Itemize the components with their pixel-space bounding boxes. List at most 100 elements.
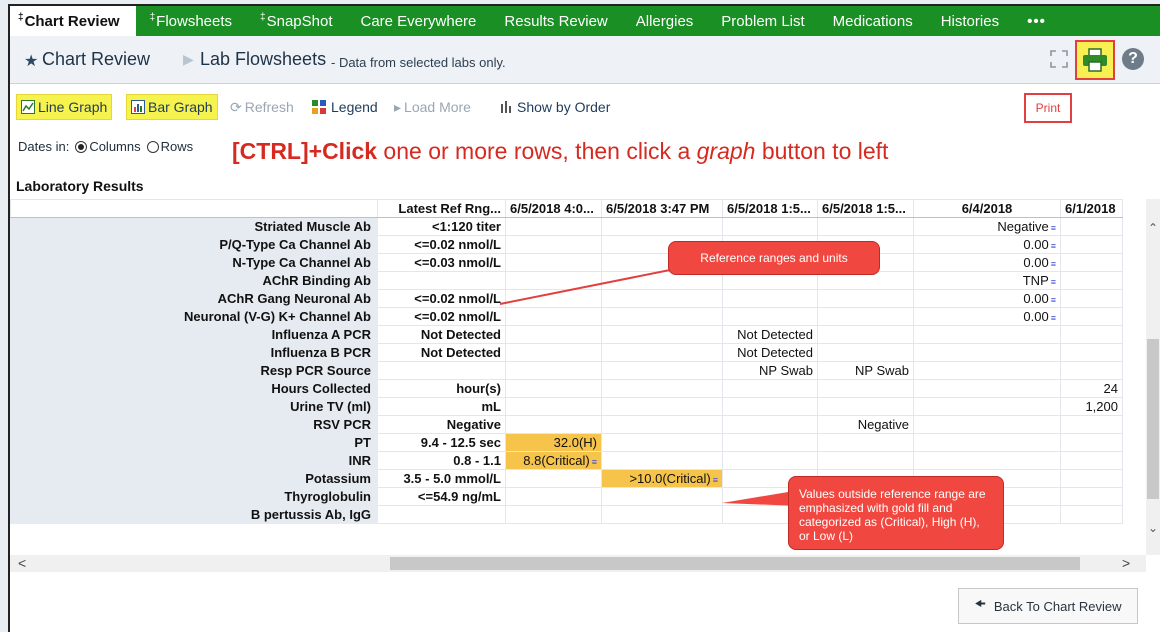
tab-problem-list[interactable]: Problem List	[707, 6, 818, 36]
more-tabs-button[interactable]: •••	[1013, 6, 1060, 36]
row-test-name[interactable]: Influenza B PCR	[10, 343, 378, 362]
result-value[interactable]: >10.0(Critical) ≡	[601, 469, 723, 488]
vertical-scrollbar[interactable]: ⌃ ⌄	[1146, 199, 1160, 555]
empty-cell	[1060, 487, 1123, 506]
comment-icon[interactable]: ≡	[1051, 313, 1056, 323]
result-text: NP Swab	[759, 363, 813, 378]
tab-snapshot[interactable]: ‡ SnapShot	[246, 6, 346, 36]
row-test-name[interactable]: Thyroglobulin	[10, 487, 378, 506]
table-row[interactable]: P/Q-Type Ca Channel Ab <=0.02 nmol/L 0.00 ≡	[10, 235, 1123, 254]
horizontal-scroll-thumb[interactable]	[390, 557, 1080, 570]
print-button[interactable]	[1075, 40, 1115, 80]
tab-histories[interactable]: Histories	[927, 6, 1013, 36]
column-header[interactable]: 6/4/2018	[913, 199, 1061, 218]
row-test-name[interactable]: Resp PCR Source	[10, 361, 378, 380]
result-value[interactable]: 8.8(Critical) ≡	[505, 451, 602, 470]
result-value[interactable]: NP Swab	[722, 361, 818, 380]
scroll-down-icon[interactable]: ⌄	[1146, 521, 1160, 535]
comment-icon[interactable]: ≡	[1051, 295, 1056, 305]
refresh-button[interactable]: ⟳ Refresh	[230, 94, 294, 120]
vertical-scroll-thumb[interactable]	[1147, 339, 1159, 499]
column-header[interactable]: 6/5/2018 1:5...	[817, 199, 914, 218]
row-test-name[interactable]: Influenza A PCR	[10, 325, 378, 344]
table-row[interactable]: Neuronal (V-G) K+ Channel Ab <=0.02 nmol/…	[10, 307, 1123, 326]
table-row[interactable]: Urine TV (ml) mL 1,200	[10, 397, 1123, 416]
comment-icon[interactable]: ≡	[592, 457, 597, 467]
result-value[interactable]: 0.00 ≡	[913, 307, 1061, 326]
tab-care-everywhere[interactable]: Care Everywhere	[347, 6, 491, 36]
result-value[interactable]: 1,200	[1060, 397, 1123, 416]
line-graph-button[interactable]: Line Graph	[16, 94, 113, 120]
result-value[interactable]: 32.0(H)	[505, 433, 602, 452]
result-value[interactable]: Negative ≡	[913, 217, 1061, 236]
legend-button[interactable]: Legend	[312, 94, 378, 120]
comment-icon[interactable]: ≡	[713, 475, 718, 485]
row-test-name[interactable]: RSV PCR	[10, 415, 378, 434]
result-value[interactable]: Not Detected	[722, 343, 818, 362]
result-value[interactable]: NP Swab	[817, 361, 914, 380]
scroll-right-icon[interactable]: >	[1122, 555, 1130, 571]
rows-radio[interactable]	[146, 140, 159, 153]
column-header[interactable]: Latest Ref Rng...	[377, 199, 506, 218]
column-header[interactable]: 6/5/2018 3:47 PM	[601, 199, 723, 218]
comment-icon[interactable]: ≡	[1051, 223, 1056, 233]
show-by-order-button[interactable]: Show by Order	[500, 94, 610, 120]
breadcrumb-chart-review[interactable]: Chart Review	[42, 49, 150, 70]
row-test-name[interactable]: AChR Gang Neuronal Ab	[10, 289, 378, 308]
row-test-name[interactable]: Striated Muscle Ab	[10, 217, 378, 236]
table-row[interactable]: Resp PCR Source NP Swab NP Swab	[10, 361, 1123, 380]
table-row[interactable]: Influenza A PCR Not Detected Not Detected	[10, 325, 1123, 344]
table-row[interactable]: N-Type Ca Channel Ab <=0.03 nmol/L 0.00 ≡	[10, 253, 1123, 272]
table-row[interactable]: Influenza B PCR Not Detected Not Detected	[10, 343, 1123, 362]
horizontal-scrollbar[interactable]: < >	[10, 555, 1146, 572]
result-value[interactable]: TNP ≡	[913, 271, 1061, 290]
row-test-name[interactable]: INR	[10, 451, 378, 470]
result-value[interactable]: 24	[1060, 379, 1123, 398]
table-row[interactable]: AChR Gang Neuronal Ab <=0.02 nmol/L 0.00 ≡	[10, 289, 1123, 308]
row-test-name[interactable]: AChR Binding Ab	[10, 271, 378, 290]
bar-graph-button[interactable]: Bar Graph	[126, 94, 218, 120]
empty-cell	[817, 307, 914, 326]
result-value[interactable]: Not Detected	[722, 325, 818, 344]
table-row[interactable]: AChR Binding Ab TNP ≡	[10, 271, 1123, 290]
row-test-name[interactable]: Neuronal (V-G) K+ Channel Ab	[10, 307, 378, 326]
result-value[interactable]: 0.00 ≡	[913, 235, 1061, 254]
expand-icon[interactable]	[1050, 50, 1068, 68]
tab-results-review[interactable]: Results Review	[490, 6, 621, 36]
help-icon[interactable]: ?	[1122, 48, 1144, 70]
table-row[interactable]: PT 9.4 - 12.5 sec 32.0(H)	[10, 433, 1123, 452]
row-test-name[interactable]: Potassium	[10, 469, 378, 488]
result-value[interactable]: 0.00 ≡	[913, 289, 1061, 308]
empty-cell	[1060, 235, 1123, 254]
table-row[interactable]: INR 0.8 - 1.1 8.8(Critical) ≡	[10, 451, 1123, 470]
load-more-button[interactable]: ▸ Load More	[394, 94, 471, 120]
column-header[interactable]: 6/5/2018 1:5...	[722, 199, 818, 218]
tab-flowsheets[interactable]: ‡ Flowsheets	[136, 6, 246, 36]
table-row[interactable]: Hours Collected hour(s) 24	[10, 379, 1123, 398]
columns-radio[interactable]	[75, 140, 88, 153]
scroll-up-icon[interactable]: ⌃	[1146, 221, 1160, 235]
column-header[interactable]: 6/1/2018	[1060, 199, 1123, 218]
tab-chart-review[interactable]: ‡ Chart Review	[10, 6, 136, 36]
result-value[interactable]: 0.00 ≡	[913, 253, 1061, 272]
tab-medications[interactable]: Medications	[819, 6, 927, 36]
scroll-left-icon[interactable]: <	[18, 555, 26, 571]
row-test-name[interactable]: Urine TV (ml)	[10, 397, 378, 416]
comment-icon[interactable]: ≡	[1051, 241, 1056, 251]
table-row[interactable]: Striated Muscle Ab <1:120 titer Negative ≡	[10, 217, 1123, 236]
column-header[interactable]: 6/5/2018 4:0...	[505, 199, 602, 218]
result-value[interactable]: Negative	[817, 415, 914, 434]
row-test-name[interactable]: PT	[10, 433, 378, 452]
row-test-name[interactable]: Hours Collected	[10, 379, 378, 398]
row-test-name[interactable]: N-Type Ca Channel Ab	[10, 253, 378, 272]
row-test-name[interactable]: P/Q-Type Ca Channel Ab	[10, 235, 378, 254]
rows-radio-label[interactable]: Rows	[161, 139, 194, 154]
comment-icon[interactable]: ≡	[1051, 259, 1056, 269]
tab-allergies[interactable]: Allergies	[622, 6, 708, 36]
columns-radio-label[interactable]: Columns	[89, 139, 140, 154]
table-row[interactable]: RSV PCR Negative Negative	[10, 415, 1123, 434]
star-icon[interactable]: ★	[24, 51, 38, 71]
comment-icon[interactable]: ≡	[1051, 277, 1056, 287]
back-to-chart-review-button[interactable]: 🠜 Back To Chart Review	[958, 588, 1138, 624]
row-test-name[interactable]: B pertussis Ab, IgG	[10, 505, 378, 524]
